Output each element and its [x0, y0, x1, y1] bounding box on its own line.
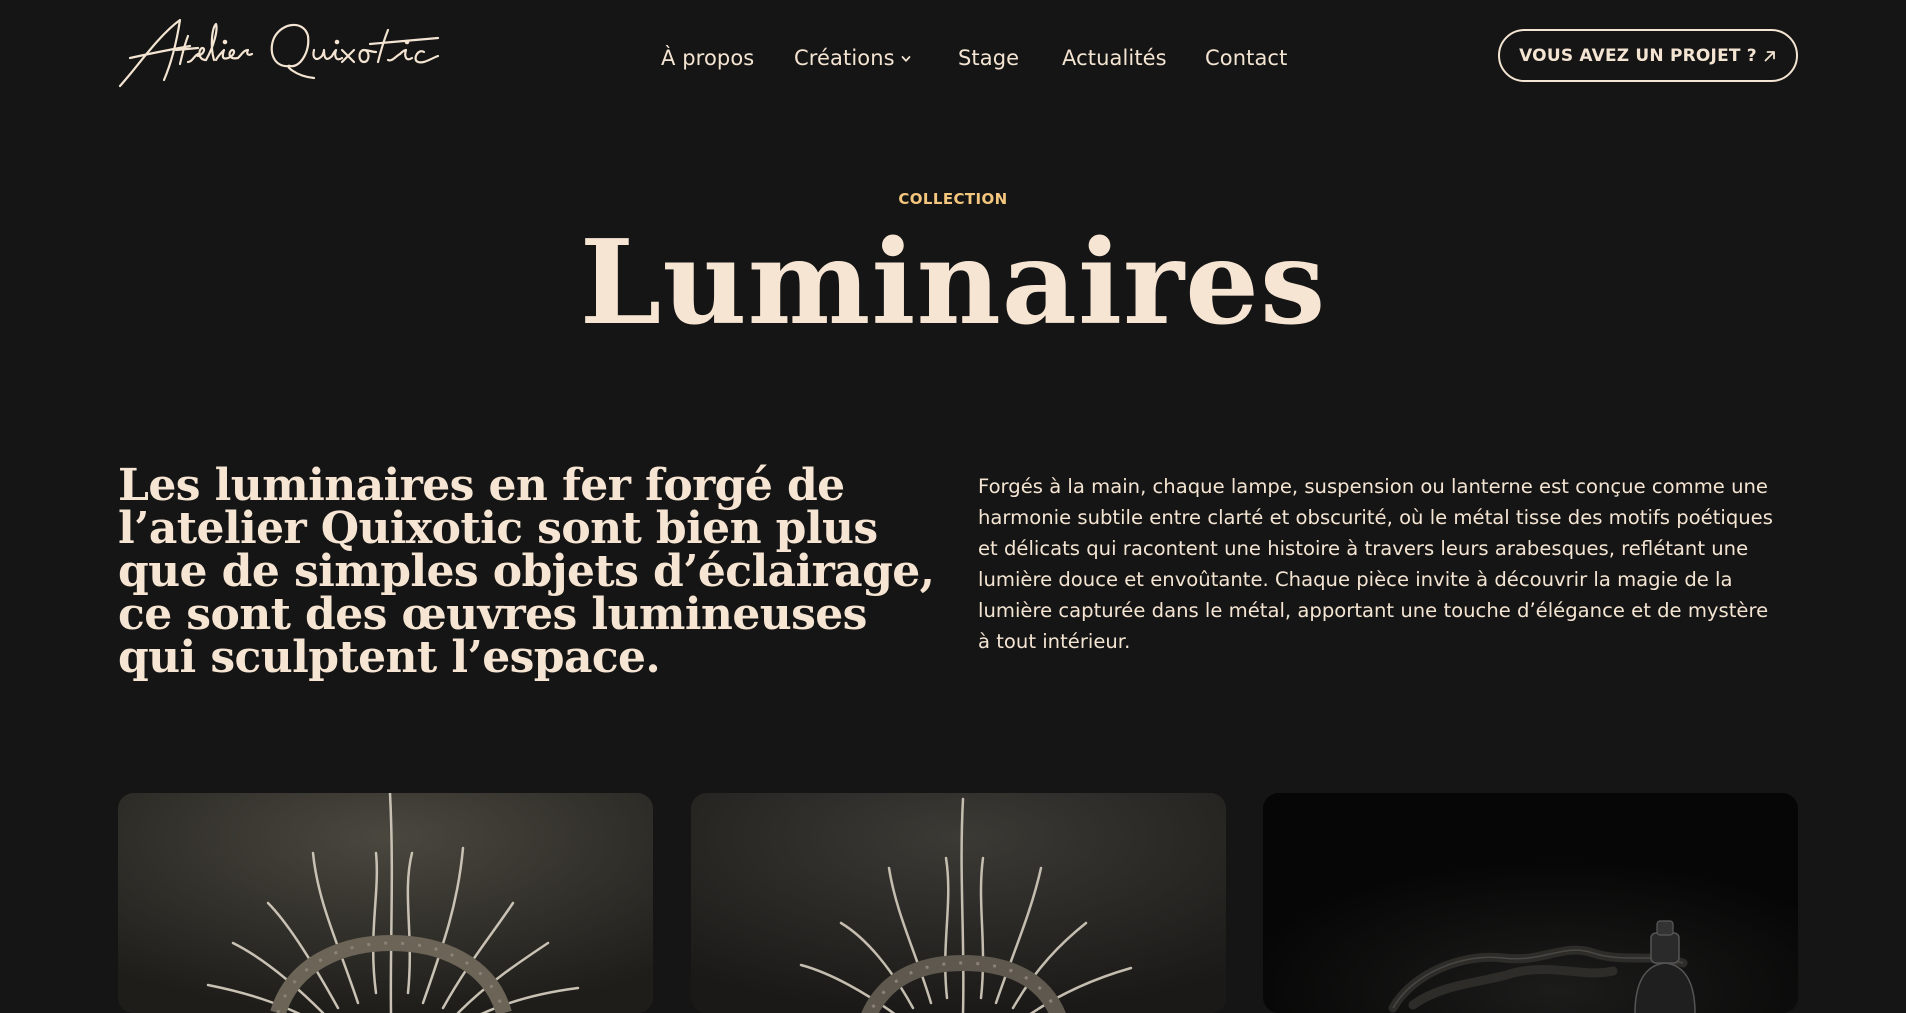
nav-item-stage[interactable]: Stage — [958, 46, 1019, 70]
product-card[interactable] — [118, 793, 653, 1013]
product-card[interactable] — [691, 793, 1226, 1013]
sun-lamp-image — [691, 793, 1226, 1013]
collection-eyebrow: COLLECTION — [898, 190, 1008, 208]
intro-lead: Les luminaires en fer forgé de l’atelier… — [118, 460, 935, 683]
intro-body: Forgés à la main, chaque lampe, suspensi… — [978, 475, 1773, 653]
cta-label: VOUS AVEZ UN PROJET ? — [1519, 45, 1757, 66]
arrow-up-right-icon — [1763, 49, 1777, 63]
chain-lamp-image — [1263, 793, 1798, 1013]
chevron-down-icon — [901, 54, 911, 64]
nav-item-creations-label: Créations — [794, 46, 895, 70]
page-title: Luminaires — [579, 215, 1327, 351]
site-header: Atelier Quixotic — [0, 0, 1906, 110]
nav-item-contact[interactable]: Contact — [1205, 46, 1287, 70]
sun-lamp-image — [118, 793, 653, 1013]
nav-item-a-propos[interactable]: À propos — [661, 46, 754, 70]
project-cta-button[interactable]: VOUS AVEZ UN PROJET ? — [1498, 29, 1798, 82]
product-grid — [118, 793, 1798, 1013]
nav-item-creations[interactable]: Créations — [794, 46, 911, 70]
product-card[interactable] — [1263, 793, 1798, 1013]
nav-item-actualites[interactable]: Actualités — [1062, 46, 1167, 70]
